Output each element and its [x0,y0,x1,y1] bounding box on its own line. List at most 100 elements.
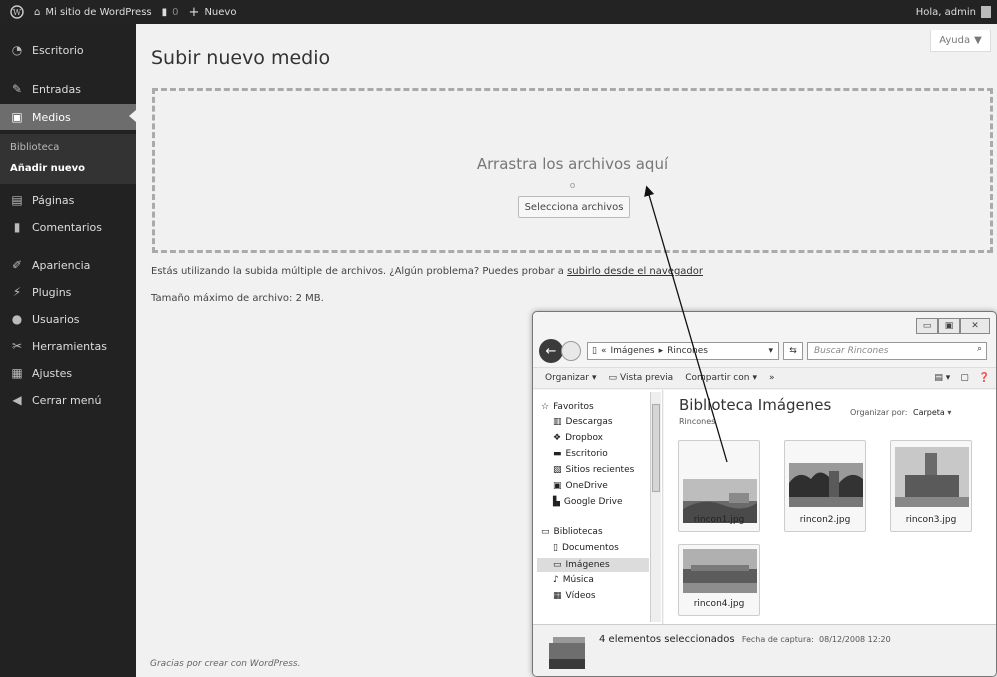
drop-instructions: Arrastra los archivos aquí [476,155,669,173]
nav-favorites[interactable]: ☆ Favoritos [541,402,594,412]
file-list-pane: Biblioteca Imágenes Rincones Organizar p… [664,390,996,624]
preview-pane-icon[interactable]: ▢ [960,373,969,383]
nav-scrollbar[interactable] [650,392,661,622]
collapse-menu-button[interactable]: ◀ Cerrar menú [0,388,136,412]
nav-item[interactable]: ▥ Descargas [553,417,613,427]
submenu-anadir-nuevo[interactable]: Añadir nuevo [10,163,85,174]
onedrive-icon: ▣ [553,481,562,491]
folder-icon: ▯ [592,346,597,356]
videos-icon: ▦ [553,591,562,601]
maximize-button[interactable]: ▣ [938,318,960,334]
collapse-icon: ◀ [12,393,22,407]
chevron-down-icon[interactable]: ▾ [768,346,773,356]
avatar [981,6,991,18]
users-icon: ● [11,312,23,326]
sidebar-item-herramientas[interactable]: ✂ Herramientas [0,334,136,358]
nav-item[interactable]: ❖ Dropbox [553,433,603,443]
sidebar-item-paginas[interactable]: ▤ Páginas [0,188,136,212]
window-controls: ▭ ▣ ✕ [916,318,990,334]
plugin-icon: ⚡ [12,285,22,299]
pictures-icon: ▭ [553,560,562,570]
arrange-by-control[interactable]: Organizar por: Carpeta ▾ [850,408,951,417]
sidebar-item-ajustes[interactable]: ▦ Ajustes [0,361,136,385]
file-item-rincon4[interactable]: rincon4.jpg [678,544,760,616]
page-title: Subir nuevo medio [151,47,331,69]
explorer-nav-bar: ← ▯ « Imágenes ▸ Rincones ▾ ⇆ Buscar Rin… [539,339,991,363]
select-files-button[interactable]: Selecciona archivos [518,196,630,218]
browser-uploader-link[interactable]: subirlo desde el navegador [567,266,703,277]
sidebar-item-escritorio[interactable]: ◔ Escritorio [0,38,136,62]
search-input[interactable]: Buscar Rincones ⌕ [807,342,987,360]
help-tab-button[interactable]: Ayuda ▼ [930,30,991,52]
sidebar-item-comentarios[interactable]: ▮ Comentarios [0,215,136,239]
nav-item[interactable]: ▦ Vídeos [553,591,596,601]
nav-item-selected[interactable]: ▭ Imágenes [537,558,649,572]
nav-libraries[interactable]: ▭ Bibliotecas [541,527,603,537]
nav-item[interactable]: ▬ Escritorio [553,449,608,459]
plus-icon: + [188,4,200,20]
nav-item[interactable]: ▧ Sitios recientes [553,465,634,475]
dropbox-icon: ❖ [553,433,562,443]
sidebar-item-entradas[interactable]: ✎ Entradas [0,77,136,101]
close-window-button[interactable]: ✕ [960,318,990,334]
pin-icon: ✎ [11,82,23,96]
media-submenu: Biblioteca Añadir nuevo [0,134,136,184]
comment-icon: ▮ [13,220,21,234]
drop-or-text: o [569,181,576,191]
thumbnail-image [683,549,757,593]
organize-menu[interactable]: Organizar ▾ [545,373,597,383]
scrollbar-thumb[interactable] [652,404,660,492]
wrench-icon: ✂ [11,339,23,353]
music-icon: ♪ [553,575,559,585]
refresh-button[interactable]: ⇆ [783,342,803,360]
forward-button[interactable] [561,341,581,361]
settings-icon: ▦ [11,366,23,380]
nav-item[interactable]: ▣ OneDrive [553,481,608,491]
home-icon: ⌂ [34,6,41,18]
address-bar[interactable]: ▯ « Imágenes ▸ Rincones ▾ [587,342,779,360]
admin-bar: W ⌂ Mi sitio de WordPress ▮ 0 + Nuevo Ho… [0,0,997,24]
sidebar-item-medios[interactable]: ▣ Medios [0,104,136,130]
thumbnail-image [895,447,969,507]
navigation-pane: ☆ Favoritos ▥ Descargas ❖ Dropbox ▬ Escritor… [533,390,663,624]
nav-item[interactable]: ▙ Google Drive [553,497,623,507]
brush-icon: ✐ [11,258,23,272]
new-content-link[interactable]: + Nuevo [189,5,237,20]
minimize-button[interactable]: ▭ [916,318,938,334]
back-button[interactable]: ← [539,339,563,363]
sidebar-item-usuarios[interactable]: ● Usuarios [0,307,136,331]
upload-info: Estás utilizando la subida múltiple de a… [151,266,704,277]
footer-credit: Gracias por crear con WordPress. [150,659,301,669]
share-menu[interactable]: Compartir con ▾ [685,373,757,383]
file-item-rincon3[interactable]: rincon3.jpg [890,440,972,532]
help-icon[interactable]: ❓ [979,373,990,383]
more-commands-button[interactable]: » [769,373,775,383]
file-item-rincon1[interactable]: rincon1.jpg [678,440,760,532]
file-item-rincon2[interactable]: rincon2.jpg [784,440,866,532]
max-file-size: Tamaño máximo de archivo: 2 MB. [151,293,324,304]
downloads-icon: ▥ [553,417,562,427]
selection-count: 4 elementos seleccionados [599,634,735,645]
recent-places-icon: ▧ [553,465,562,475]
explorer-toolbar: Organizar ▾ ▭ Vista previa Compartir con … [533,367,996,389]
sidebar-item-plugins[interactable]: ⚡ Plugins [0,280,136,304]
google-drive-icon: ▙ [553,497,560,507]
site-name-link[interactable]: ⌂ Mi sitio de WordPress [34,7,152,18]
account-link[interactable]: Hola, admin [916,6,991,18]
comments-link[interactable]: ▮ 0 [162,7,179,18]
library-subtitle: Rincones [679,417,716,426]
nav-item[interactable]: ▯ Documentos [553,543,619,553]
wordpress-logo-icon[interactable]: W [10,5,24,19]
triangle-down-icon: ▼ [974,35,982,46]
star-icon: ☆ [541,402,550,412]
breadcrumb-rincones[interactable]: Rincones [667,346,708,356]
nav-item[interactable]: ♪ Música [553,575,594,585]
submenu-biblioteca[interactable]: Biblioteca [10,142,59,153]
breadcrumb-imagenes[interactable]: Imágenes [610,346,654,356]
view-options-icon[interactable]: ▤ ▾ [934,373,950,383]
drag-drop-area[interactable]: Arrastra los archivos aquí o Selecciona … [152,88,993,253]
dashboard-icon: ◔ [11,43,23,57]
desktop-icon: ▬ [553,449,562,459]
sidebar-item-apariencia[interactable]: ✐ Apariencia [0,253,136,277]
preview-button[interactable]: ▭ Vista previa [609,373,674,383]
